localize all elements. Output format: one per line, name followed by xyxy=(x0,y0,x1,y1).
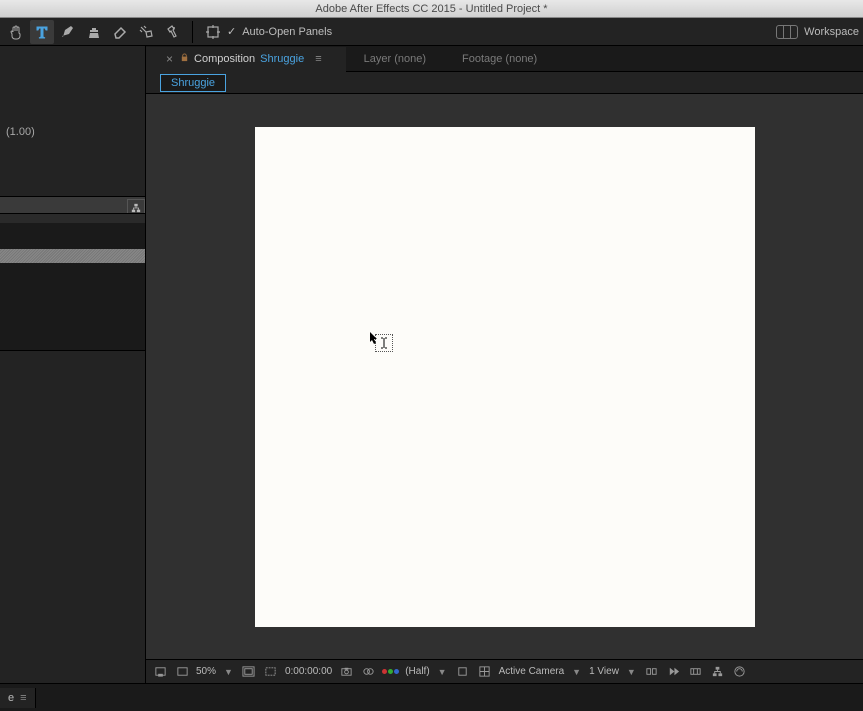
tab-footage[interactable]: Footage (none) xyxy=(444,46,555,71)
channel-indicator-icon[interactable] xyxy=(382,669,399,674)
composition-canvas[interactable] xyxy=(255,127,755,627)
timeline-tab[interactable]: e ≡ xyxy=(0,688,36,708)
check-icon: ✓ xyxy=(227,25,236,38)
tool-strip: ✓ Auto-Open Panels Workspace xyxy=(0,18,863,46)
zoom-menu-icon[interactable]: ▼ xyxy=(222,667,235,677)
tab-kind-label: Composition xyxy=(194,53,255,65)
timeline-panel-bar: e ≡ xyxy=(0,683,863,711)
snapshot-icon[interactable] xyxy=(338,664,354,680)
camera-menu-icon[interactable]: ▼ xyxy=(570,667,583,677)
snapping-toggle[interactable] xyxy=(201,20,225,44)
auto-open-label: Auto-Open Panels xyxy=(242,26,332,38)
hand-tool[interactable] xyxy=(4,20,28,44)
zoom-level[interactable]: 50% xyxy=(196,666,216,677)
show-channel-icon[interactable] xyxy=(360,664,376,680)
comp-flowchart-icon[interactable] xyxy=(710,664,726,680)
tab-composition[interactable]: × Composition Shruggie ≡ xyxy=(146,47,346,72)
roi-icon[interactable] xyxy=(455,664,471,680)
viewer-subtab[interactable]: Shruggie xyxy=(160,74,226,92)
viewer-tab-bar: × Composition Shruggie ≡ Layer (none) Fo… xyxy=(146,46,863,72)
tab-comp-name: Shruggie xyxy=(260,53,304,65)
timeline-tab-suffix: e xyxy=(8,692,14,704)
resolution-menu-icon[interactable]: ▼ xyxy=(436,667,449,677)
composition-viewer[interactable] xyxy=(146,94,863,659)
pixel-aspect-icon[interactable] xyxy=(644,664,660,680)
viewer-subtab-bar: Shruggie xyxy=(146,72,863,94)
active-camera-label[interactable]: Active Camera xyxy=(499,666,565,677)
project-selected-row[interactable] xyxy=(0,249,145,263)
lock-icon[interactable] xyxy=(180,53,189,65)
workspace-icon xyxy=(776,25,798,39)
views-menu-icon[interactable]: ▼ xyxy=(625,667,638,677)
effects-panel xyxy=(0,350,146,683)
toolbar-divider xyxy=(192,21,193,43)
mask-visibility-icon[interactable] xyxy=(263,664,279,680)
reset-exposure-icon[interactable] xyxy=(732,664,748,680)
viewer-footer: 50% ▼ 0:00:00:00 (Half) ▼ xyxy=(146,659,863,683)
panel-menu-icon[interactable]: ≡ xyxy=(20,692,26,704)
tab-layer-label: Layer (none) xyxy=(364,53,426,65)
left-panel-stack: (1.00) xyxy=(0,46,146,683)
eraser-tool[interactable] xyxy=(108,20,132,44)
close-icon[interactable]: × xyxy=(164,52,175,66)
fast-previews-icon[interactable] xyxy=(666,664,682,680)
pen-tool[interactable] xyxy=(56,20,80,44)
tab-layer[interactable]: Layer (none) xyxy=(346,46,444,71)
project-columns-header[interactable] xyxy=(0,197,145,223)
grid-icon[interactable] xyxy=(477,664,493,680)
window-title: Adobe After Effects CC 2015 - Untitled P… xyxy=(0,0,863,18)
gamma-value: (1.00) xyxy=(6,126,139,138)
clone-stamp-tool[interactable] xyxy=(82,20,106,44)
info-panel: (1.00) xyxy=(0,46,146,196)
current-timecode[interactable]: 0:00:00:00 xyxy=(285,666,332,677)
workspace-label: Workspace xyxy=(804,26,859,38)
puppet-pin-tool[interactable] xyxy=(160,20,184,44)
safe-zones-icon[interactable] xyxy=(241,664,257,680)
always-preview-icon[interactable] xyxy=(152,664,168,680)
project-panel xyxy=(0,196,146,350)
roto-brush-tool[interactable] xyxy=(134,20,158,44)
tab-footage-label: Footage (none) xyxy=(462,53,537,65)
view-count-label[interactable]: 1 View xyxy=(589,666,619,677)
type-tool[interactable] xyxy=(30,20,54,44)
panel-menu-icon[interactable]: ≡ xyxy=(309,53,327,65)
auto-open-panels[interactable]: ✓ Auto-Open Panels xyxy=(227,25,332,38)
timeline-icon[interactable] xyxy=(688,664,704,680)
transparency-grid-icon[interactable] xyxy=(174,664,190,680)
text-insertion-cursor xyxy=(375,334,393,352)
workspace-switcher[interactable]: Workspace xyxy=(776,25,859,39)
resolution-label[interactable]: (Half) xyxy=(405,666,429,677)
viewer-subtab-label: Shruggie xyxy=(171,77,215,89)
